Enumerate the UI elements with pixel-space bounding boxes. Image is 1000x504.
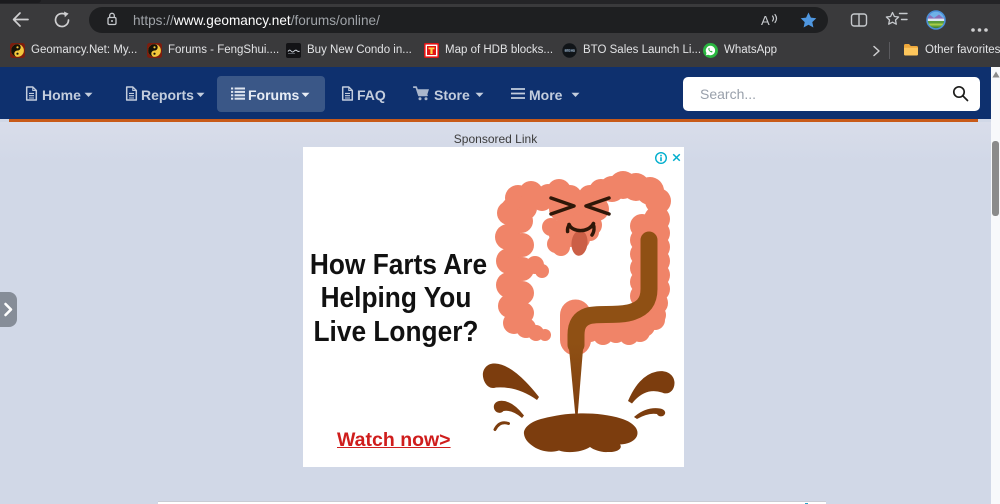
- svg-text:BTO HQ: BTO HQ: [565, 49, 575, 53]
- svg-text:A: A: [761, 13, 770, 28]
